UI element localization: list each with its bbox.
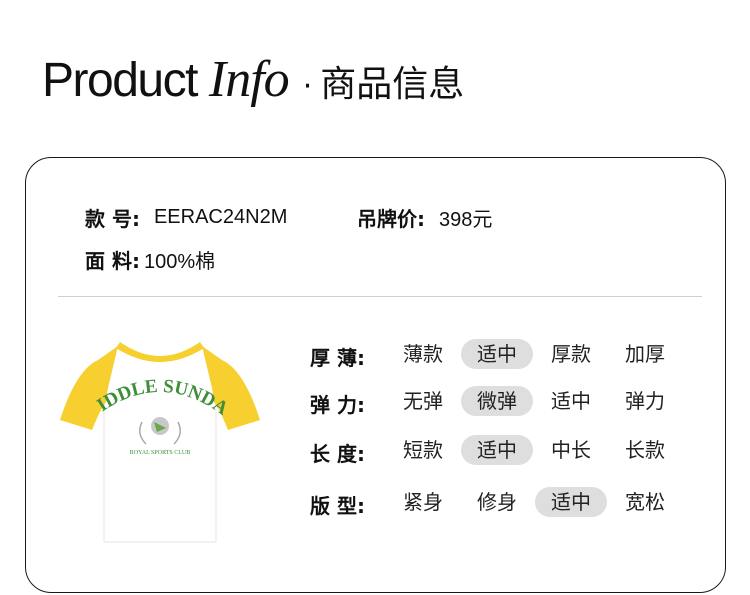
divider: [58, 296, 702, 297]
title-separator: ·: [302, 69, 313, 104]
style-number-label: 款 号:: [85, 207, 140, 231]
product-tshirt-image: MIDDLE SUNDAY ROYAL SPORTS CLUB: [58, 330, 260, 543]
title-info: Info: [208, 51, 290, 108]
title-cn: 商品信息: [320, 64, 465, 105]
fabric-value: 100%棉: [143, 251, 216, 273]
style-number-line: 款 号: EERAC24N2M: [85, 203, 287, 232]
style-number-value: EERAC24N2M: [153, 206, 288, 228]
tag-price-value: 398元: [439, 209, 493, 231]
tshirt-print-sub: ROYAL SPORTS CLUB: [130, 450, 190, 456]
tag-price-line: 吊牌价: 398元: [357, 203, 492, 232]
fabric-label: 面 料:: [85, 249, 140, 273]
title-product: Product: [42, 54, 198, 107]
page-header: Product Info · 商品信息: [42, 50, 464, 110]
tag-price-label: 吊牌价:: [357, 207, 425, 231]
fabric-line: 面 料: 100%棉: [85, 245, 215, 274]
